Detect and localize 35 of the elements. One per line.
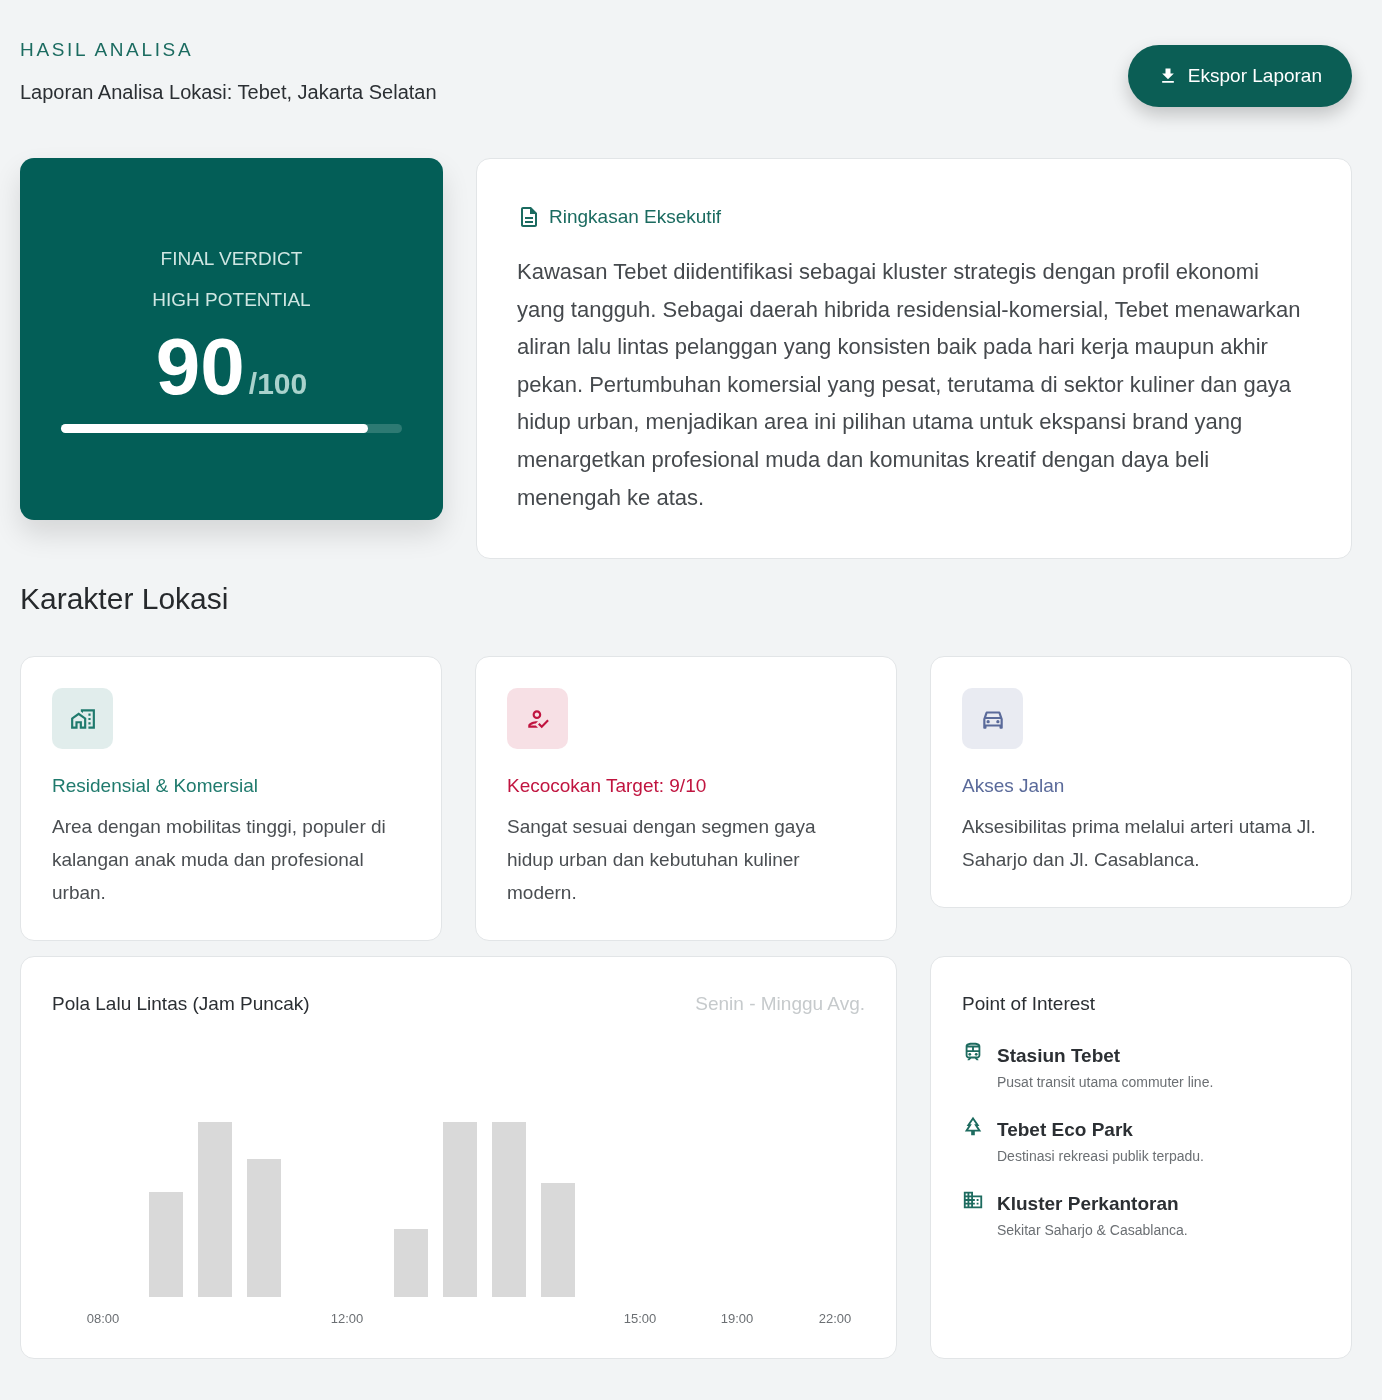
time-label: 08:00 (86, 1311, 120, 1327)
chart-note: Senin - Minggu Avg. (695, 991, 865, 1016)
time-label: 22:00 (818, 1311, 852, 1327)
poi-name: Stasiun Tebet (997, 1044, 1122, 1069)
poi-description: Sekitar Saharjo & Casablanca. (997, 1221, 1188, 1241)
chart-title: Pola Lalu Lintas (Jam Puncak) (52, 991, 310, 1016)
section-title: Karakter Lokasi (20, 581, 230, 618)
tree-icon (962, 1115, 984, 1138)
summary-title: Ringkasan Eksekutif (549, 204, 722, 229)
summary-text: Kawasan Tebet diidentifikasi sebagai kluster strategis dengan profil ekonomi yang tangguh. Sebagai daerah hibrida residensial-komersial, Tebet menawarkan aliran lalu lintas pelanggan yang konsisten baik pada hari kerja maupun akhir pekan. Pertumbuhan komersial yang pesat, terutama di sektor kuliner dan gaya hidup urban, menjadikan area ini pilihan utama untuk ekspansi brand yang menargetkan profesional muda dan komunitas kreatif dengan daya beli menengah ke atas. (517, 258, 1302, 512)
house-building-icon (52, 688, 113, 750)
verdict-status: HIGH POTENTIAL (152, 288, 311, 312)
verdict-label: FINAL VERDICT (160, 247, 303, 271)
feature-title: Akses Jalan (962, 774, 1066, 799)
feature-description: Area dengan mobilitas tinggi, populer di kalangan anak muda dan profesional urban. (52, 815, 387, 906)
page-eyebrow: HASIL ANALISA (20, 38, 195, 62)
traffic-bar (394, 1229, 428, 1298)
car-icon (962, 688, 1023, 750)
feature-title: Kecocokan Target: 9/10 (507, 774, 708, 799)
score-max: /100 (248, 367, 308, 401)
page-subtitle: Laporan Analisa Lokasi: Tebet, Jakarta Selatan (20, 80, 437, 105)
time-label: 12:00 (330, 1311, 364, 1327)
poi-name: Kluster Perkantoran (997, 1192, 1180, 1217)
time-label: 19:00 (720, 1311, 754, 1327)
poi-description: Pusat transit utama commuter line. (997, 1073, 1214, 1093)
feature-description: Aksesibilitas prima melalui arteri utama Jl. Saharjo dan Jl. Casablanca. (962, 815, 1317, 873)
poi-name: Tebet Eco Park (997, 1118, 1134, 1143)
time-label: 15:00 (623, 1311, 657, 1327)
export-report-button[interactable]: Ekspor Laporan (1127, 45, 1352, 107)
feature-description: Sangat sesuai dengan segmen gaya hidup urban dan kebutuhan kuliner modern. (507, 815, 817, 906)
feature-title: Residensial & Komersial (52, 774, 259, 799)
person-check-icon (507, 688, 568, 750)
score-value: 90 (155, 327, 245, 407)
poi-title: Point of Interest (962, 992, 1097, 1017)
poi-description: Destinasi rekreasi publik terpadu. (997, 1147, 1204, 1167)
